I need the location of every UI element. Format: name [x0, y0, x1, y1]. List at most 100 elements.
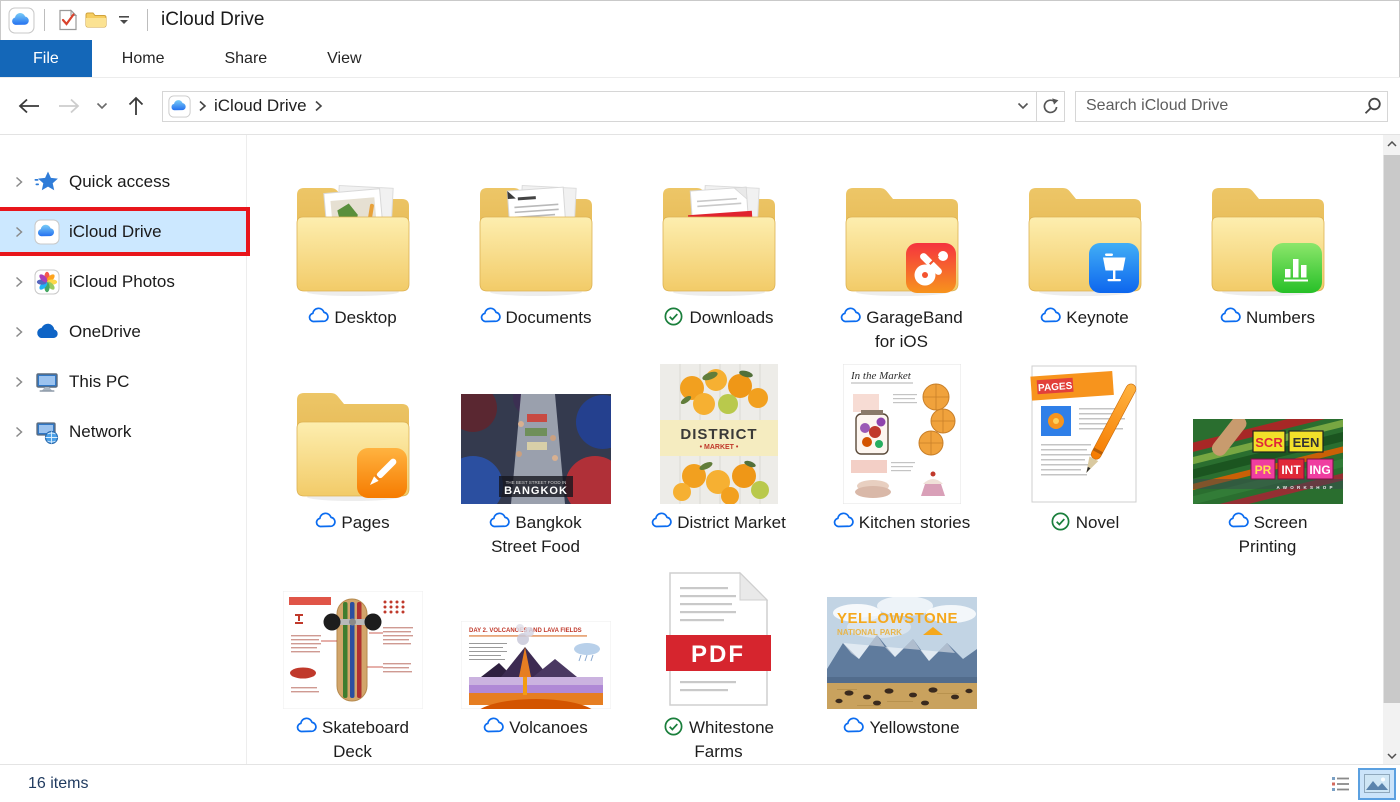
sidebar-item-icloud-drive[interactable]: iCloud Drive	[0, 211, 246, 252]
breadcrumb-segment[interactable]: iCloud Drive	[214, 96, 307, 116]
photo-thumbnail: YELLOWSTONE NATIONAL PARK	[810, 569, 993, 709]
pdf-text: PDF	[691, 641, 745, 668]
back-button[interactable]	[8, 90, 50, 122]
cloud-status-icon	[843, 716, 864, 737]
tab-share[interactable]: Share	[194, 40, 297, 77]
item-count: 16 items	[28, 775, 88, 793]
file-label: Skateboard Deck	[296, 716, 409, 764]
expand-chevron-icon[interactable]	[13, 276, 25, 288]
file-tile-whitestone-farms[interactable]: PDF Whitestone Farms	[627, 569, 810, 764]
file-tile-numbers[interactable]: Numbers	[1176, 159, 1359, 364]
screenprint-text: EEN	[1292, 435, 1319, 450]
sidebar-item-label: OneDrive	[69, 322, 141, 342]
address-dropdown-button[interactable]	[1010, 92, 1036, 121]
file-tile-pages[interactable]: Pages	[261, 364, 444, 569]
details-view-button[interactable]	[1326, 770, 1354, 798]
file-tile-yellowstone[interactable]: YELLOWSTONE NATIONAL PARK	[810, 569, 993, 764]
cloud-status-icon	[651, 511, 672, 532]
expand-chevron-icon[interactable]	[13, 376, 25, 388]
file-tile-bangkok[interactable]: THE BEST STREET FOOD IN BANGKOK Bangkok …	[444, 364, 627, 569]
cloud-status-icon	[315, 511, 336, 532]
sidebar-item-onedrive[interactable]: OneDrive	[0, 311, 246, 352]
yellowstone-title-text: YELLOWSTONE	[837, 610, 958, 627]
file-label: Keynote	[1040, 306, 1128, 330]
chevron-right-icon[interactable]	[198, 100, 207, 112]
synced-status-icon	[663, 716, 684, 737]
document-thumbnail: In the Market	[810, 364, 993, 504]
scrollbar-thumb[interactable]	[1383, 155, 1400, 703]
screenprint-text: SCR	[1255, 435, 1283, 450]
file-tile-documents[interactable]: Documents	[444, 159, 627, 364]
file-tile-desktop[interactable]: Desktop	[261, 159, 444, 364]
file-tile-keynote[interactable]: Keynote	[993, 159, 1176, 364]
sidebar-item-icloud-photos[interactable]: iCloud Photos	[0, 261, 246, 302]
sidebar-item-network[interactable]: Network	[0, 411, 246, 452]
folder-thumbnail	[261, 159, 444, 299]
sidebar-item-label: Quick access	[69, 172, 170, 192]
file-label: Volcanoes	[483, 716, 587, 740]
forward-button[interactable]	[50, 90, 88, 122]
sidebar-item-label: iCloud Photos	[69, 272, 175, 292]
customize-qat-button[interactable]	[110, 6, 138, 34]
scroll-up-button[interactable]	[1383, 135, 1400, 152]
expand-chevron-icon[interactable]	[13, 226, 25, 238]
document-thumbnail: PAGES	[993, 364, 1176, 504]
expand-chevron-icon[interactable]	[13, 326, 25, 338]
file-tile-skateboard-deck[interactable]: Skateboard Deck	[261, 569, 444, 764]
file-tile-volcanoes[interactable]: DAY 2. VOLCANOES AND LAVA FIELDS	[444, 569, 627, 764]
cloud-status-icon	[1228, 511, 1249, 532]
file-tile-kitchen-stories[interactable]: In the Market	[810, 364, 993, 569]
navigation-bar: iCloud Drive	[0, 78, 1400, 135]
photo-thumbnail: THE BEST STREET FOOD IN BANGKOK	[444, 364, 627, 504]
file-label: GarageBand for iOS	[840, 306, 962, 354]
file-tile-novel[interactable]: PAGES	[993, 364, 1176, 569]
tab-view[interactable]: View	[297, 40, 391, 77]
properties-button[interactable]	[54, 6, 82, 34]
search-box[interactable]	[1075, 91, 1388, 122]
icloud-app-icon	[8, 7, 35, 34]
divider	[44, 9, 45, 31]
thumbnail-view-button[interactable]	[1358, 768, 1396, 800]
file-label: Numbers	[1220, 306, 1315, 330]
expand-chevron-icon[interactable]	[13, 176, 25, 188]
cloud-status-icon	[296, 716, 317, 737]
search-input[interactable]	[1076, 97, 1357, 115]
breadcrumb[interactable]: iCloud Drive	[163, 95, 1010, 118]
refresh-button[interactable]	[1037, 91, 1065, 122]
vertical-scrollbar[interactable]	[1383, 135, 1400, 764]
recent-locations-button[interactable]	[88, 90, 116, 122]
chevron-down-icon	[96, 102, 108, 110]
up-button[interactable]	[116, 90, 156, 122]
folder-thumbnail	[261, 364, 444, 504]
file-label: Pages	[315, 511, 389, 535]
search-button[interactable]	[1357, 96, 1387, 116]
tab-file[interactable]: File	[0, 40, 92, 77]
cloud-status-icon	[1220, 306, 1241, 327]
monitor-icon	[34, 369, 60, 395]
back-arrow-icon	[18, 98, 40, 114]
new-folder-button[interactable]	[82, 6, 110, 34]
yellowstone-subtitle-text: NATIONAL PARK	[837, 628, 902, 637]
document-thumbnail: DAY 2. VOLCANOES AND LAVA FIELDS	[444, 569, 627, 709]
tab-home[interactable]: Home	[92, 40, 195, 77]
title-bar: iCloud Drive	[0, 0, 1400, 40]
chevron-down-icon	[1387, 753, 1397, 759]
network-icon	[34, 419, 60, 445]
file-tile-garageband[interactable]: GarageBand for iOS	[810, 159, 993, 364]
cloud-status-icon	[489, 511, 510, 532]
divider	[147, 9, 148, 31]
scroll-down-button[interactable]	[1383, 747, 1400, 764]
chevron-down-icon	[1017, 102, 1029, 110]
file-label: District Market	[651, 511, 786, 535]
sidebar-item-quick-access[interactable]: Quick access	[0, 161, 246, 202]
file-tile-district-market[interactable]: DISTRICT • MARKET • District Market	[627, 364, 810, 569]
file-tile-screen-printing[interactable]: SCR EEN PR INT ING A W O R K S H O P	[1176, 364, 1359, 569]
expand-chevron-icon[interactable]	[13, 426, 25, 438]
new-folder-icon	[85, 11, 107, 29]
chevron-right-icon[interactable]	[314, 100, 323, 112]
sidebar-item-this-pc[interactable]: This PC	[0, 361, 246, 402]
address-bar[interactable]: iCloud Drive	[162, 91, 1037, 122]
cloud-status-icon	[833, 511, 854, 532]
file-tile-downloads[interactable]: PDF Downloads	[627, 159, 810, 364]
ribbon-tab-bar: File Home Share View	[0, 40, 1400, 78]
